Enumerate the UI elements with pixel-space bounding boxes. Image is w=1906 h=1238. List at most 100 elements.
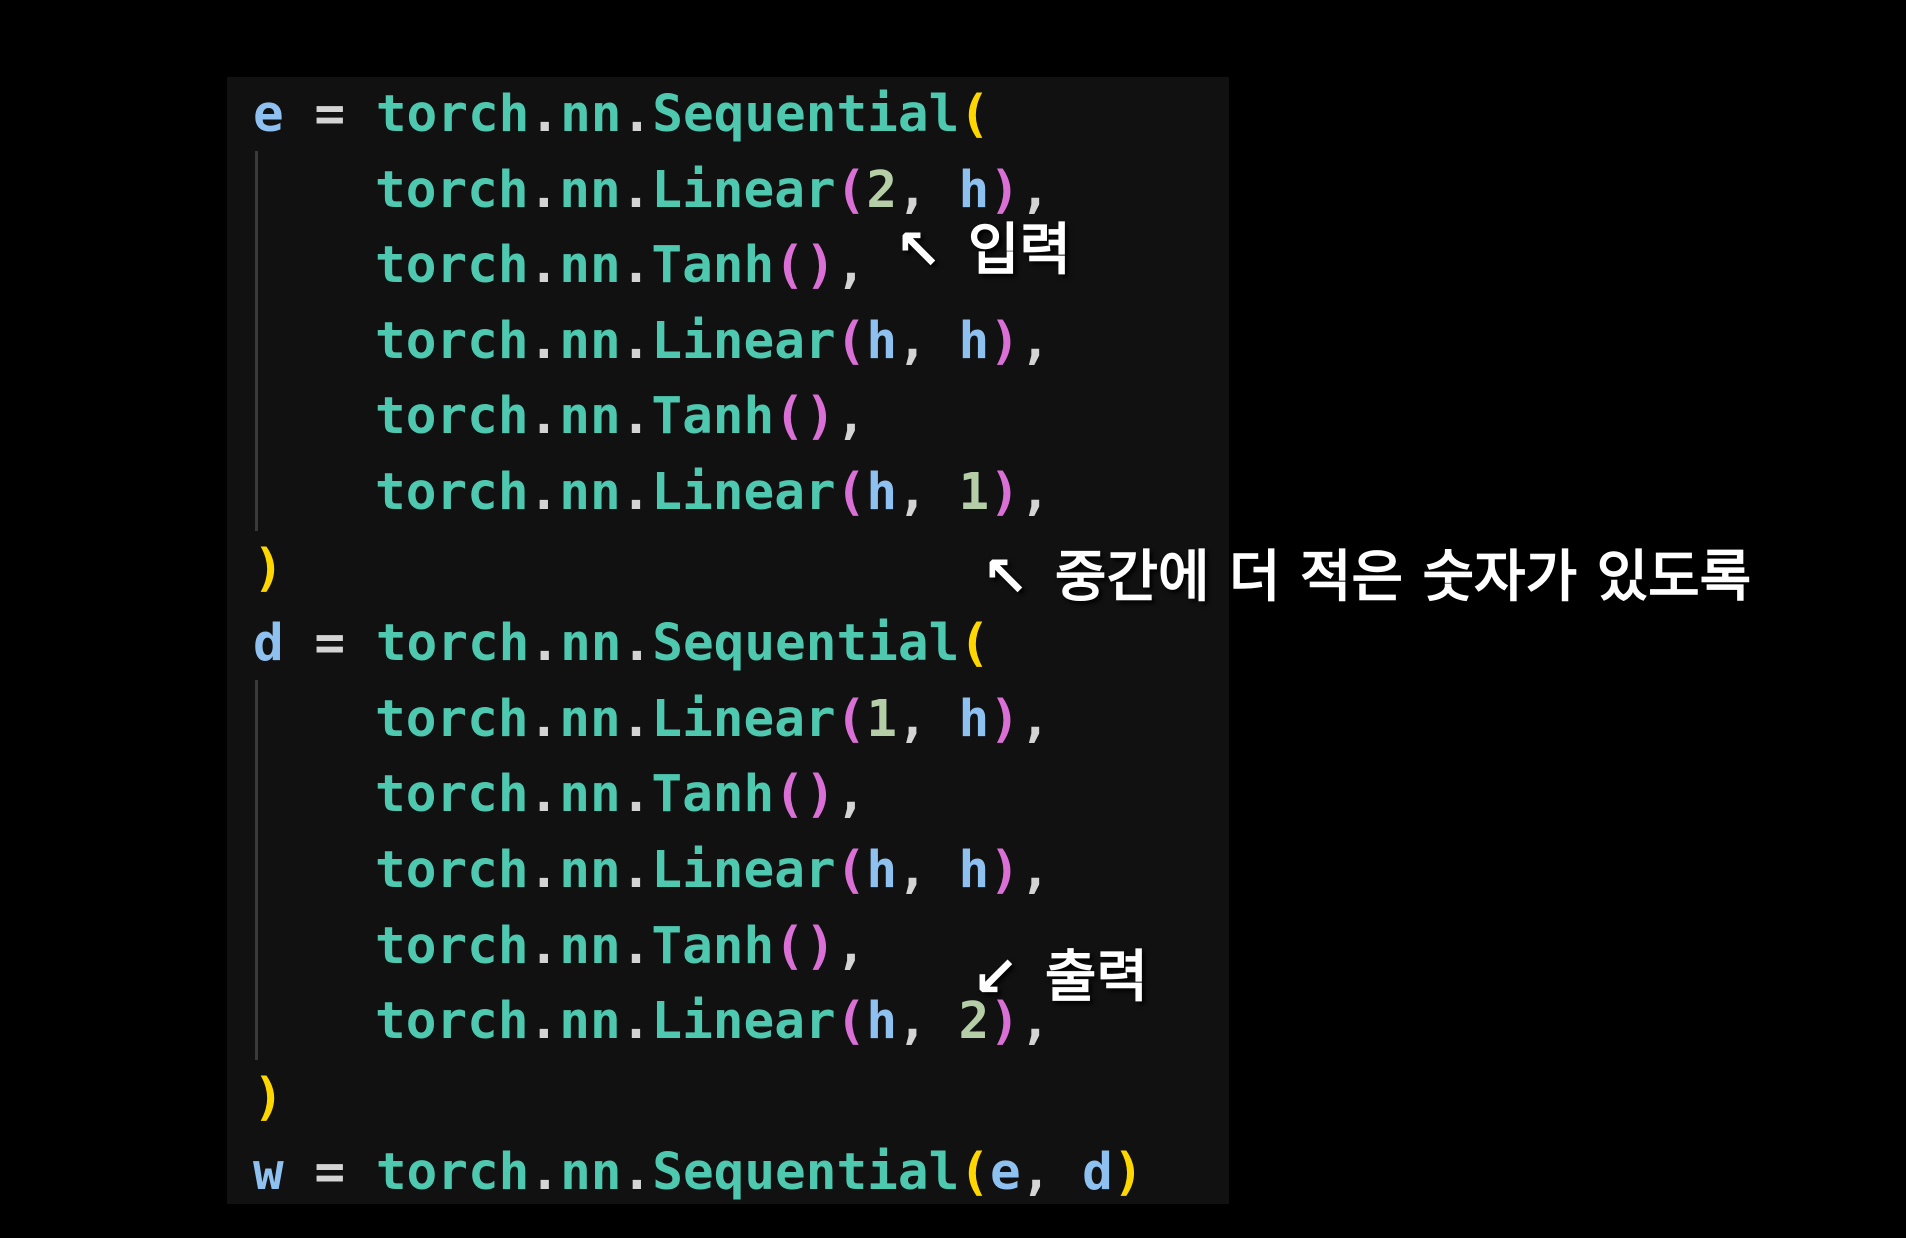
code-token: torch xyxy=(375,85,530,144)
code-token: nn xyxy=(559,463,621,522)
code-token: h xyxy=(866,311,898,371)
code-token: . xyxy=(621,614,653,674)
video-frame: e = torch.nn.Sequential(torch.nn.Linear(… xyxy=(0,0,1906,1238)
annotation-middle-label: 중간에 더 적은 숫자가 있도록 xyxy=(1054,545,1752,610)
code-token: . xyxy=(620,311,652,371)
code-token: . xyxy=(620,387,652,447)
code-token: Sequential xyxy=(652,1143,960,1203)
code-token: Linear xyxy=(651,689,836,749)
code-token: Sequential xyxy=(652,85,960,144)
arrow-up-left-icon: ↖ xyxy=(982,545,1029,610)
code-token: e xyxy=(253,85,284,144)
code-token: ) xyxy=(989,689,1020,749)
code-token: 1 xyxy=(866,689,898,749)
code-token: torch xyxy=(375,1143,530,1203)
code-token: h xyxy=(958,311,990,371)
code-token: torch xyxy=(375,387,529,447)
code-token: , xyxy=(835,387,867,447)
code-token: ( xyxy=(959,85,990,144)
code-token: h xyxy=(866,463,898,522)
code-line: d = torch.nn.Sequential( xyxy=(253,606,990,682)
code-token: e xyxy=(990,1143,1021,1203)
code-token: torch xyxy=(375,992,529,1052)
annotation-output-label: 출력 xyxy=(1044,945,1148,1010)
code-token: . xyxy=(620,160,652,220)
code-token: , xyxy=(1019,463,1051,522)
code-line: torch.nn.Tanh(), xyxy=(375,379,866,455)
code-token: ( xyxy=(835,311,867,371)
code-token: , xyxy=(835,765,867,825)
code-token: , xyxy=(835,916,867,976)
code-token: ( xyxy=(959,1143,990,1203)
code-token: torch xyxy=(375,311,529,371)
code-token: , xyxy=(835,236,867,296)
code-token: torch xyxy=(375,236,529,296)
code-line: torch.nn.Linear(1, h), xyxy=(375,682,1051,758)
code-line: torch.nn.Tanh(), xyxy=(375,909,866,985)
code-token: ) xyxy=(989,841,1020,900)
code-line: torch.nn.Linear(h, h), xyxy=(375,833,1051,909)
code-token: torch xyxy=(375,765,529,825)
code-token: ) xyxy=(253,538,284,598)
code-token: . xyxy=(528,689,560,749)
indent-guide-encoder xyxy=(255,151,258,531)
code-token: . xyxy=(528,992,560,1052)
code-token: , xyxy=(1019,311,1051,371)
code-token: . xyxy=(529,614,561,674)
code-token: torch xyxy=(375,916,529,976)
arrow-up-left-icon: ↖ xyxy=(895,218,942,283)
code-token: Tanh xyxy=(651,765,775,825)
code-token: nn xyxy=(559,160,621,220)
code-token: Linear xyxy=(651,841,836,900)
code-line: torch.nn.Linear(h, 1), xyxy=(375,455,1051,531)
code-token: . xyxy=(528,916,560,976)
code-editor-panel: e = torch.nn.Sequential(torch.nn.Linear(… xyxy=(227,77,1229,1204)
code-token: nn xyxy=(559,689,621,749)
annotation-output: ↙ 출력 xyxy=(972,932,1148,1013)
annotation-middle: ↖ 중간에 더 적은 숫자가 있도록 xyxy=(982,532,1751,613)
code-token: torch xyxy=(375,689,529,749)
code-line: ) xyxy=(253,531,284,607)
code-token: , xyxy=(897,992,959,1052)
code-token: () xyxy=(774,236,836,296)
code-token: 2 xyxy=(866,160,898,220)
annotation-input: ↖ 입력 xyxy=(895,205,1071,286)
code-token: . xyxy=(620,765,652,825)
code-token: ( xyxy=(835,463,867,522)
code-token: 1 xyxy=(958,463,990,522)
code-token: , xyxy=(897,311,959,371)
code-line: w = torch.nn.Sequential(e, d) xyxy=(253,1135,1144,1211)
code-token: . xyxy=(621,1143,653,1203)
code-token: . xyxy=(620,236,652,296)
code-token: . xyxy=(528,841,560,900)
arrow-down-left-icon: ↙ xyxy=(972,945,1019,1010)
code-token: torch xyxy=(375,614,530,674)
code-token: . xyxy=(529,85,561,144)
code-token: . xyxy=(621,85,653,144)
code-line: torch.nn.Tanh(), xyxy=(375,757,866,833)
code-token: Tanh xyxy=(651,916,775,976)
code-token: ( xyxy=(835,689,867,749)
code-token: Linear xyxy=(651,311,836,371)
code-token: , xyxy=(1019,841,1051,900)
code-token: = xyxy=(283,85,376,144)
code-token: . xyxy=(528,387,560,447)
code-token: h xyxy=(958,841,990,900)
code-token: h xyxy=(958,689,990,749)
code-token: . xyxy=(620,841,652,900)
code-token: nn xyxy=(559,387,621,447)
code-token: ( xyxy=(835,160,867,220)
code-token: . xyxy=(528,160,560,220)
code-token: nn xyxy=(559,992,621,1052)
code-token: nn xyxy=(559,841,621,900)
code-token: nn xyxy=(560,1143,622,1203)
code-token: = xyxy=(283,1143,376,1203)
code-token: , xyxy=(1020,1143,1083,1203)
code-token: d xyxy=(1082,1143,1113,1203)
code-token: . xyxy=(528,463,560,522)
code-token: , xyxy=(1019,689,1051,749)
code-line: torch.nn.Linear(h, 2), xyxy=(375,984,1051,1060)
code-token: Linear xyxy=(651,160,836,220)
code-token: torch xyxy=(375,160,529,220)
code-token: w xyxy=(253,1143,284,1203)
